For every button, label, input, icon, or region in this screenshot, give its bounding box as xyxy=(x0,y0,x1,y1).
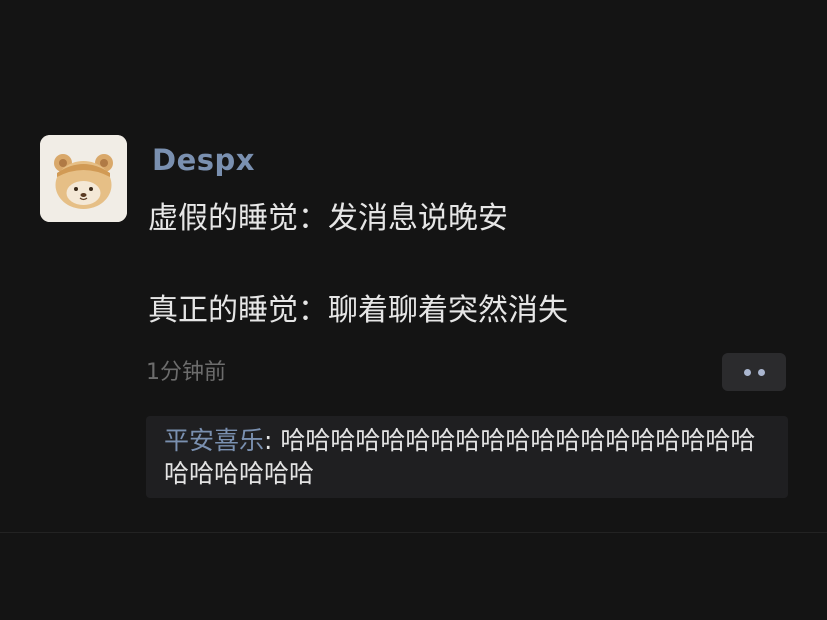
more-dots-icon xyxy=(757,368,765,376)
post-divider xyxy=(0,532,827,533)
comment-separator: : xyxy=(264,426,281,455)
moment-post: Despx 虚假的睡觉：发消息说晚安 真正的睡觉：聊着聊着突然消失 1分钟前 平… xyxy=(0,0,827,532)
comment-section: 平安喜乐: 哈哈哈哈哈哈哈哈哈哈哈哈哈哈哈哈哈哈哈哈哈哈哈哈哈 xyxy=(146,416,788,498)
user-avatar[interactable] xyxy=(40,135,127,222)
more-dots-icon xyxy=(743,368,751,376)
more-actions-button[interactable] xyxy=(722,353,786,391)
post-author[interactable]: Despx xyxy=(152,140,255,180)
comment-item[interactable]: 平安喜乐: 哈哈哈哈哈哈哈哈哈哈哈哈哈哈哈哈哈哈哈哈哈哈哈哈哈 xyxy=(164,424,776,490)
post-timestamp: 1分钟前 xyxy=(146,360,226,385)
post-text-line-2: 真正的睡觉：聊着聊着突然消失 xyxy=(148,293,568,328)
bear-avatar-icon xyxy=(40,135,127,222)
commenter-name[interactable]: 平安喜乐 xyxy=(164,426,264,455)
post-text-line-1: 虚假的睡觉：发消息说晚安 xyxy=(148,201,508,236)
